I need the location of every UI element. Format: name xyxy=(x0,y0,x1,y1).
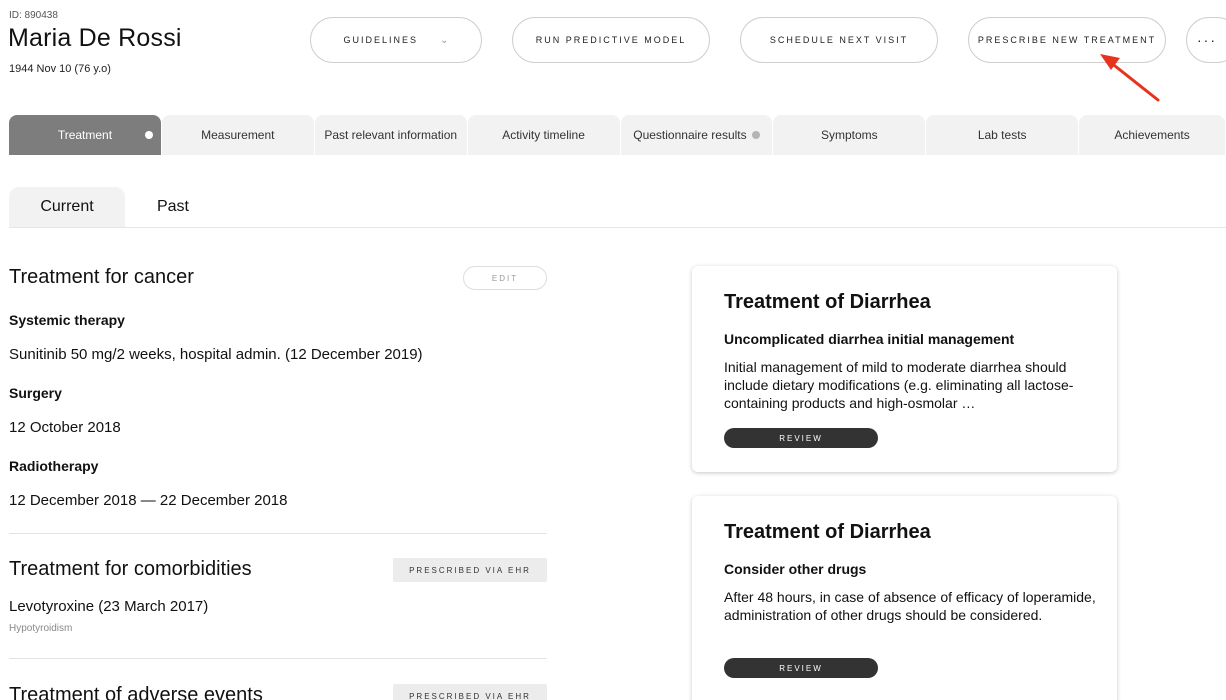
guidelines-dropdown[interactable]: GUIDELINES ⌄ xyxy=(310,17,482,63)
card-text: Initial management of mild to moderate d… xyxy=(724,359,1074,411)
tab-lab-tests[interactable]: Lab tests xyxy=(926,115,1079,155)
section-divider xyxy=(9,533,547,534)
tab-activity-timeline[interactable]: Activity timeline xyxy=(467,115,620,155)
schedule-next-visit-button[interactable]: SCHEDULE NEXT VISIT xyxy=(740,17,938,63)
tab-symptoms[interactable]: Symptoms xyxy=(773,115,926,155)
run-model-label: RUN PREDICTIVE MODEL xyxy=(535,35,687,45)
section-divider xyxy=(9,658,547,659)
main-tabs: Treatment Measurement Past relevant info… xyxy=(9,115,1226,155)
tab-label: Achievements xyxy=(1114,128,1190,142)
tab-label: Symptoms xyxy=(820,128,878,142)
annotation-arrow-icon xyxy=(1100,54,1160,102)
tab-label: Past relevant information xyxy=(324,128,458,142)
radiotherapy-label: Radiotherapy xyxy=(9,458,99,474)
tab-measurement[interactable]: Measurement xyxy=(161,115,314,155)
subtab-current[interactable]: Current xyxy=(9,187,125,227)
adverse-events-section-title: Treatment of adverse events xyxy=(9,684,263,700)
surgery-value: 12 October 2018 xyxy=(9,419,121,436)
recommendation-card: Treatment of Diarrhea Uncomplicated diar… xyxy=(692,266,1117,472)
guidelines-label: GUIDELINES xyxy=(343,35,419,45)
cancer-section-title: Treatment for cancer xyxy=(9,266,194,288)
subtabs: Current Past xyxy=(9,187,221,227)
tab-achievements[interactable]: Achievements xyxy=(1079,115,1225,155)
status-dot-icon xyxy=(751,131,760,139)
comorbidities-section-title: Treatment for comorbidities xyxy=(9,558,252,580)
review-button[interactable]: REVIEW xyxy=(724,428,878,448)
schedule-label: SCHEDULE NEXT VISIT xyxy=(769,35,909,45)
card-title: Treatment of Diarrhea xyxy=(724,291,931,313)
subtab-past[interactable]: Past xyxy=(125,187,221,227)
card-subtitle: Consider other drugs xyxy=(724,561,867,577)
systemic-therapy-label: Systemic therapy xyxy=(9,312,125,328)
prescribe-label: PRESCRIBE NEW TREATMENT xyxy=(977,35,1157,45)
tab-label: Lab tests xyxy=(977,128,1027,142)
tab-label: Questionnaire results xyxy=(633,128,747,142)
patient-dob: 1944 Nov 10 (76 y.o) xyxy=(9,63,111,75)
tab-label: Treatment xyxy=(57,128,113,142)
card-subtitle: Uncomplicated diarrhea initial managemen… xyxy=(724,331,1015,347)
tab-label: Measurement xyxy=(201,128,275,142)
comorbidity-condition: Hypotyroidism xyxy=(9,623,73,634)
tab-label: Activity timeline xyxy=(502,128,585,142)
review-button[interactable]: REVIEW xyxy=(724,658,878,678)
notification-dot-icon xyxy=(144,131,153,139)
card-title: Treatment of Diarrhea xyxy=(724,521,931,543)
subtab-divider xyxy=(9,227,1226,228)
patient-name: Maria De Rossi xyxy=(8,24,182,52)
tab-treatment[interactable]: Treatment xyxy=(9,115,161,155)
prescribed-via-ehr-badge: PRESCRIBED VIA EHR xyxy=(393,684,547,700)
surgery-label: Surgery xyxy=(9,385,62,401)
card-text: After 48 hours, in case of absence of ef… xyxy=(724,589,1096,623)
more-icon: ··· xyxy=(1197,32,1217,48)
radiotherapy-value: 12 December 2018 — 22 December 2018 xyxy=(9,492,288,509)
comorbidity-drug: Levotyroxine (23 March 2017) xyxy=(9,598,209,615)
patient-id: ID: 890438 xyxy=(9,10,58,21)
edit-button[interactable]: EDIT xyxy=(463,266,547,290)
prescribed-via-ehr-badge: PRESCRIBED VIA EHR xyxy=(393,558,547,582)
systemic-therapy-value: Sunitinib 50 mg/2 weeks, hospital admin.… xyxy=(9,346,423,363)
recommendation-card: Treatment of Diarrhea Consider other dru… xyxy=(692,496,1117,700)
run-predictive-model-button[interactable]: RUN PREDICTIVE MODEL xyxy=(512,17,710,63)
more-options-button[interactable]: ··· xyxy=(1186,17,1226,63)
tab-questionnaire-results[interactable]: Questionnaire results xyxy=(620,115,773,155)
chevron-down-icon: ⌄ xyxy=(440,34,449,46)
tab-past-relevant-information[interactable]: Past relevant information xyxy=(314,115,467,155)
